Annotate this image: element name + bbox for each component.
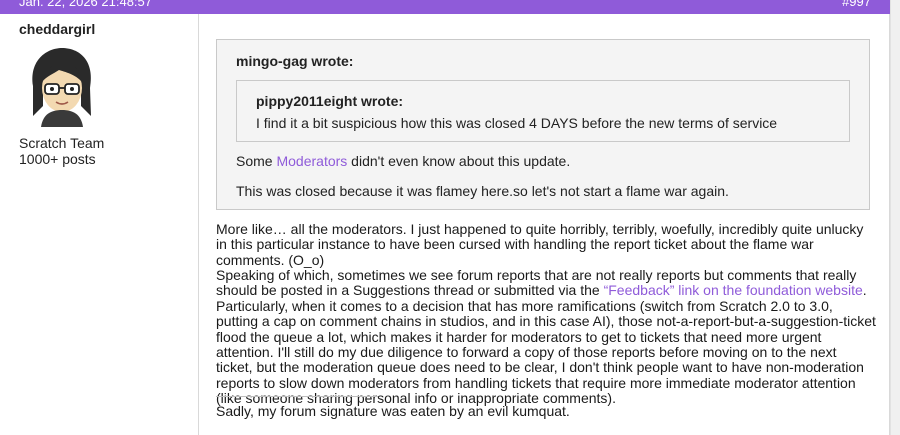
post-header: Jan. 22, 2026 21:48:57 #997 [0, 0, 890, 14]
inner-quote-text: I find it a bit suspicious how this was … [256, 115, 778, 131]
author-post-count: 1000+ posts [19, 151, 96, 167]
outer-quote-author: mingo-gag wrote: [236, 53, 354, 69]
outer-quote: mingo-gag wrote: pippy2011eight wrote: I… [216, 39, 870, 210]
post-paragraph-2-after: . Particularly, when it comes to a decis… [216, 282, 876, 407]
feedback-link[interactable]: “Feedback” link on the foundation websit… [604, 282, 863, 298]
author-column: cheddargirl Scratch Team 1000+ posts [0, 14, 199, 435]
outer-quote-line1-before: Some [236, 153, 277, 169]
signature: Sadly, my forum signature was eaten by a… [216, 403, 570, 419]
post-paragraph-1: More like… all the moderators. I just ha… [216, 221, 864, 268]
inner-quote: pippy2011eight wrote: I find it a bit su… [236, 80, 850, 142]
author-username-link[interactable]: cheddargirl [19, 21, 95, 37]
inner-quote-author: pippy2011eight wrote: [256, 93, 404, 109]
signature-divider [216, 396, 378, 397]
post-number-link[interactable]: #997 [842, 0, 871, 9]
outer-quote-line2: This was closed because it was flamey he… [236, 183, 729, 199]
avatar[interactable] [19, 42, 104, 127]
outer-quote-line1-after: didn't even know about this update. [347, 153, 571, 169]
post-box: cheddargirl Scratch Team 1000+ posts min… [0, 14, 890, 435]
moderators-link[interactable]: Moderators [276, 153, 347, 169]
post-paragraph-2: Speaking of which, sometimes we see foru… [216, 267, 876, 407]
post-timestamp: Jan. 22, 2026 21:48:57 [19, 0, 153, 9]
page-scrollbar[interactable] [890, 0, 900, 435]
outer-quote-line1: Some Moderators didn't even know about t… [236, 153, 570, 169]
author-role: Scratch Team [19, 135, 105, 151]
